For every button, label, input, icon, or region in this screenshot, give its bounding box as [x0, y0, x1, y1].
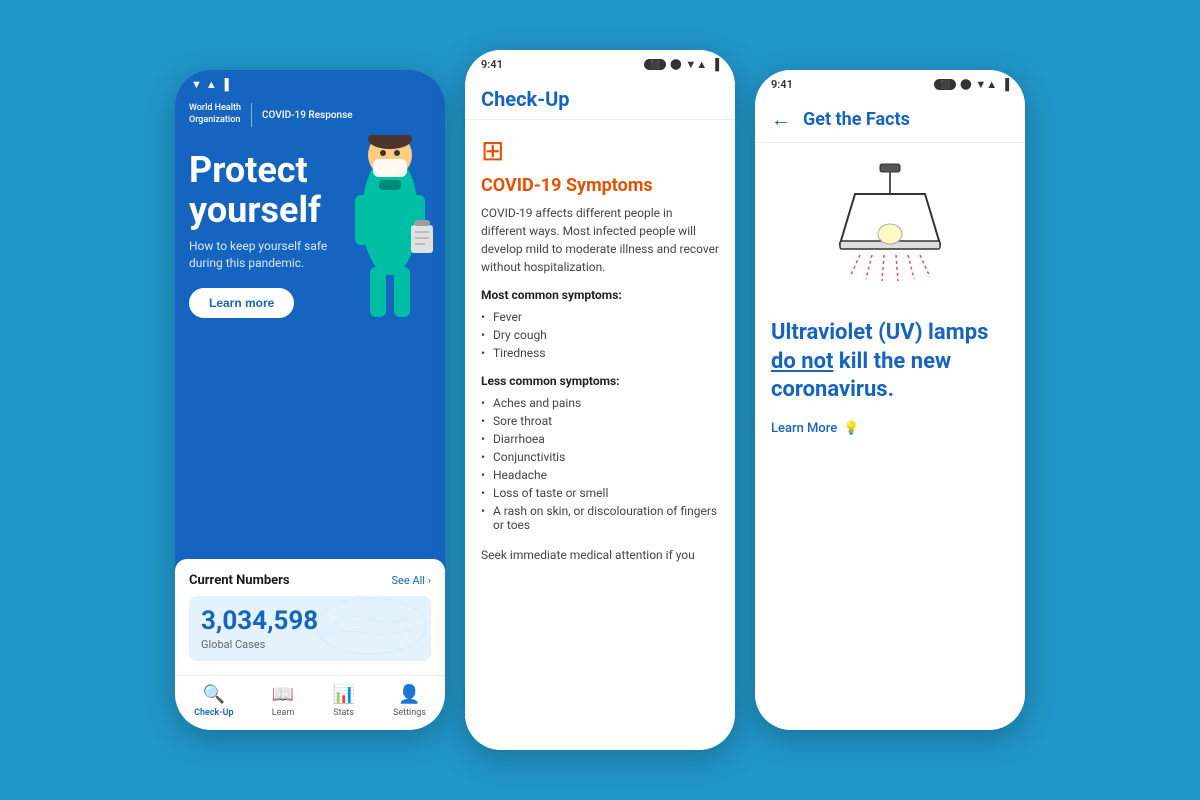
- seek-attention-text: Seek immediate medical attention if you: [481, 546, 719, 564]
- list-item: Fever: [481, 308, 719, 326]
- see-all-link[interactable]: See All ›: [392, 574, 431, 587]
- uv-lamp-illustration: [771, 159, 1009, 299]
- back-button[interactable]: ←: [771, 107, 791, 132]
- phone-1: ▼ ▲ ▐ World Health Organization COVID-19…: [175, 70, 445, 730]
- stats-section-title: Current Numbers: [189, 573, 290, 588]
- status-bar-2: 9:41 ⬛ ⬤ ▼▲ ▐: [465, 50, 735, 75]
- nav-learn[interactable]: 📖 Learn: [272, 684, 295, 718]
- battery-icon: ▐: [221, 78, 229, 91]
- facts-main-text: Ultraviolet (UV) lamps do not kill the n…: [771, 319, 1009, 405]
- circle-3-icon: ⬤: [960, 79, 971, 90]
- settings-nav-icon: 👤: [398, 684, 420, 705]
- checkup-title: Check-Up: [481, 87, 570, 111]
- bottom-nav: 🔍 Check-Up 📖 Learn 📊 Stats 👤 Settings: [175, 675, 445, 730]
- wifi-icon: ▼: [191, 78, 202, 91]
- list-item: Conjunctivitis: [481, 448, 719, 466]
- who-logo: World Health Organization: [189, 103, 241, 126]
- symptom-section-icon: ⊞: [481, 134, 719, 167]
- facts-body: Ultraviolet (UV) lamps do not kill the n…: [755, 143, 1025, 730]
- signal-icons: ▼ ▲ ▐: [191, 78, 229, 91]
- symptom-description: COVID-19 affects different people in dif…: [481, 204, 719, 276]
- wifi-2-icon: ▼▲: [685, 58, 707, 71]
- nav-checkup[interactable]: 🔍 Check-Up: [194, 684, 233, 718]
- doctor-illustration: [335, 135, 445, 305]
- stats-section: Current Numbers See All › 3,034,598 Glob…: [175, 559, 445, 675]
- learn-more-label: Learn More: [771, 421, 837, 436]
- checkup-nav-label: Check-Up: [194, 708, 233, 718]
- status-bar-3: 9:41 ⬛ ⬤ ▼▲ ▐: [755, 70, 1025, 95]
- learn-more-facts[interactable]: Learn More 💡: [771, 421, 1009, 436]
- nav-stats[interactable]: 📊 Stats: [332, 684, 354, 718]
- status-icons-3: ⬛ ⬤ ▼▲ ▐: [934, 78, 1009, 91]
- checkup-nav-icon: 🔍: [203, 684, 225, 705]
- checkup-header: Check-Up: [465, 75, 735, 120]
- common-symptoms-list: Fever Dry cough Tiredness: [481, 308, 719, 362]
- less-common-symptoms-list: Aches and pains Sore throat Diarrhoea Co…: [481, 394, 719, 534]
- facts-title: Get the Facts: [803, 109, 910, 130]
- wifi-3-icon: ▼▲: [975, 78, 997, 91]
- list-item: Loss of taste or smell: [481, 484, 719, 502]
- learn-nav-label: Learn: [272, 708, 295, 718]
- checkup-body: ⊞ COVID-19 Symptoms COVID-19 affects dif…: [465, 120, 735, 750]
- circle-icon: ⬤: [670, 59, 681, 70]
- covid-response-label: COVID-19 Response: [262, 110, 353, 121]
- stats-card: 3,034,598 Global Cases: [189, 596, 431, 661]
- facts-text-emphasis: do not: [771, 349, 833, 374]
- list-item: Headache: [481, 466, 719, 484]
- nav-settings[interactable]: 👤 Settings: [393, 684, 426, 718]
- signal-icon: ▲: [206, 78, 217, 91]
- header-divider: [251, 103, 252, 127]
- battery-2-icon: ▐: [711, 58, 719, 71]
- less-common-symptoms-label: Less common symptoms:: [481, 374, 719, 388]
- stats-nav-label: Stats: [333, 708, 354, 718]
- lightbulb-icon: 💡: [843, 421, 859, 436]
- list-item: A rash on skin, or discolouration of fin…: [481, 502, 719, 534]
- facts-text-before: Ultraviolet (UV) lamps: [771, 320, 988, 345]
- time-2: 9:41: [481, 58, 503, 71]
- facts-header: ← Get the Facts: [755, 95, 1025, 143]
- battery-3-icon: ▐: [1001, 78, 1009, 91]
- symptom-section-title: COVID-19 Symptoms: [481, 175, 719, 196]
- list-item: Dry cough: [481, 326, 719, 344]
- phone-2: 9:41 ⬛ ⬤ ▼▲ ▐ Check-Up ⊞ COVID-19 Sympto…: [465, 50, 735, 750]
- status-bar-1: ▼ ▲ ▐: [175, 70, 445, 95]
- time-3: 9:41: [771, 78, 793, 91]
- list-item: Sore throat: [481, 412, 719, 430]
- who-header: World Health Organization COVID-19 Respo…: [175, 95, 445, 135]
- list-item: Tiredness: [481, 344, 719, 362]
- settings-nav-label: Settings: [393, 708, 426, 718]
- stats-header: Current Numbers See All ›: [189, 573, 431, 588]
- list-item: Aches and pains: [481, 394, 719, 412]
- phone-3: 9:41 ⬛ ⬤ ▼▲ ▐ ← Get the Facts: [755, 70, 1025, 730]
- pill-icon: ⬛: [644, 59, 666, 70]
- list-item: Diarrhoea: [481, 430, 719, 448]
- hero-section: Protect yourself How to keep yourself sa…: [175, 135, 445, 559]
- status-icons-2: ⬛ ⬤ ▼▲ ▐: [644, 58, 719, 71]
- common-symptoms-label: Most common symptoms:: [481, 288, 719, 302]
- pill-3-icon: ⬛: [934, 79, 956, 90]
- learn-nav-icon: 📖: [272, 684, 294, 705]
- learn-more-button[interactable]: Learn more: [189, 288, 294, 318]
- stats-nav-icon: 📊: [332, 684, 354, 705]
